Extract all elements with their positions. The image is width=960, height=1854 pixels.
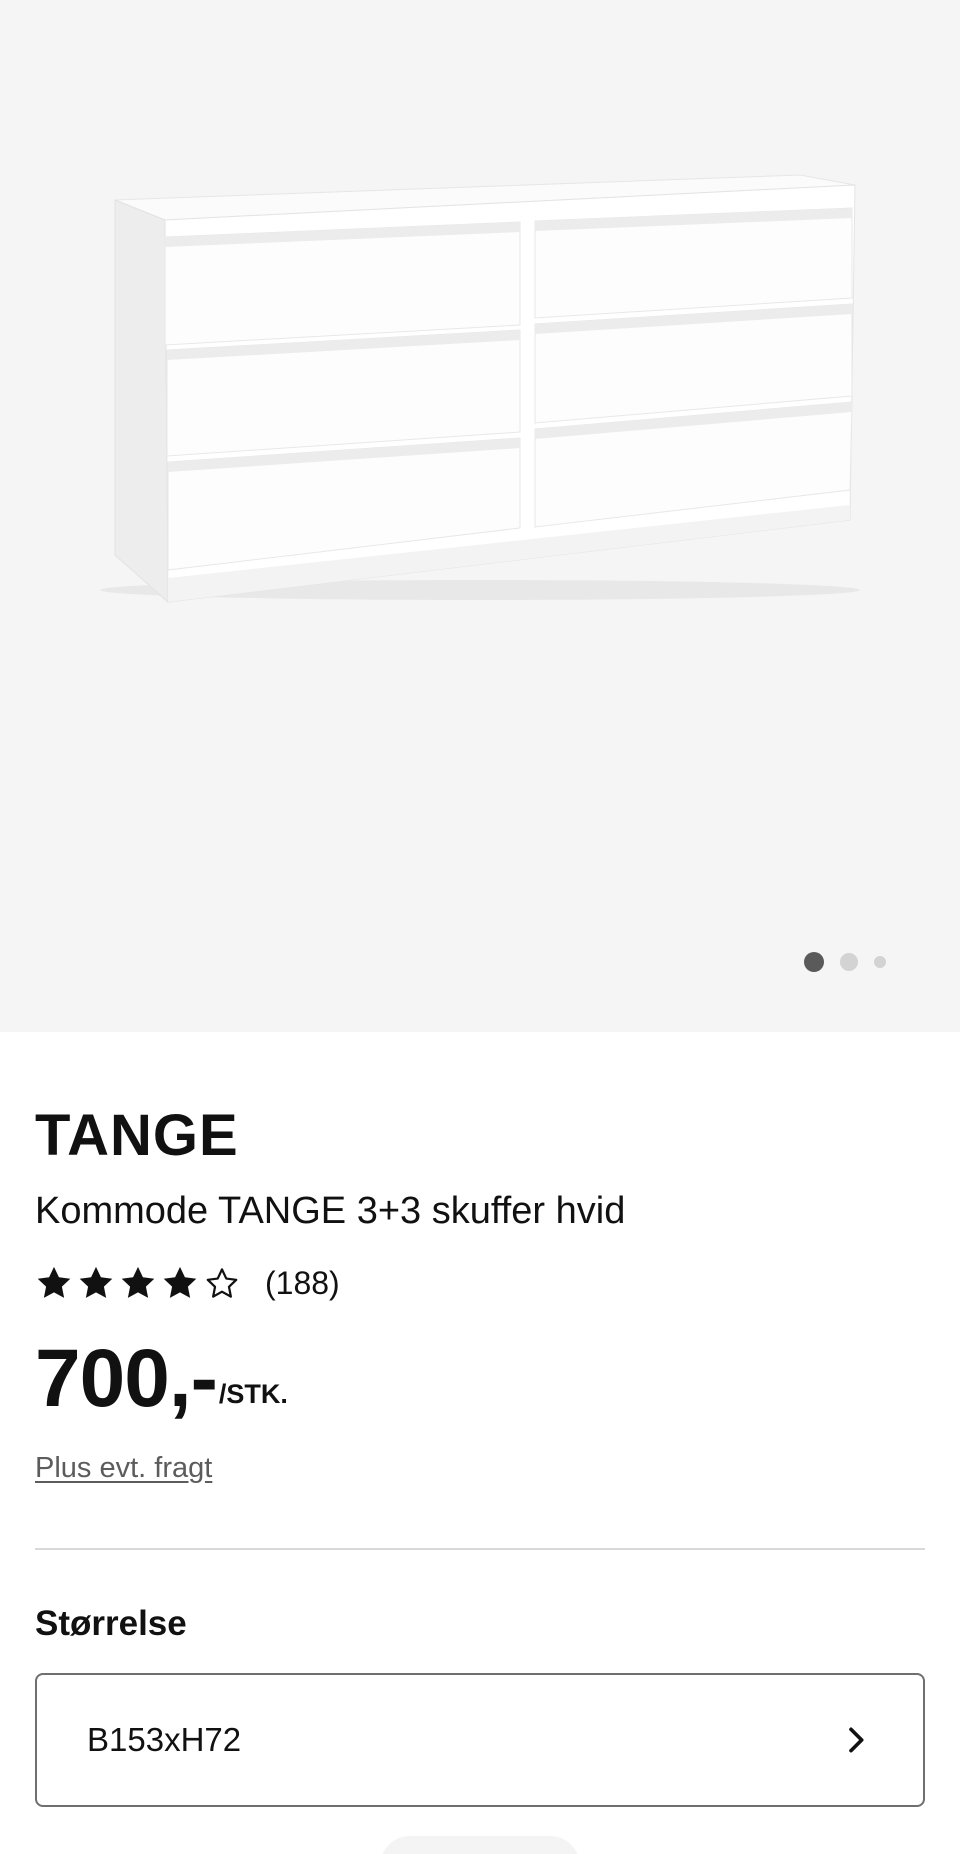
price-amount: 700,-	[35, 1333, 218, 1424]
product-image[interactable]	[0, 0, 960, 1032]
bottom-sheet-handle	[380, 1836, 580, 1854]
product-page: TANGE Kommode TANGE 3+3 skuffer hvid (18…	[0, 0, 960, 1854]
shipping-info-link[interactable]: Plus evt. fragt	[35, 1452, 212, 1485]
star-filled-icon	[37, 1266, 71, 1298]
chevron-right-icon	[849, 1727, 864, 1753]
size-selected-value: B153xH72	[87, 1721, 242, 1758]
star-outline-icon	[206, 1268, 238, 1298]
gallery-pagination	[804, 952, 886, 972]
pagination-dot-3[interactable]	[874, 956, 886, 968]
product-description: Kommode TANGE 3+3 skuffer hvid	[35, 1190, 626, 1232]
rating-stars	[35, 1264, 241, 1302]
star-filled-icon	[79, 1266, 113, 1298]
product-name: TANGE	[35, 1103, 239, 1168]
size-label: Størrelse	[35, 1604, 187, 1643]
product-price: 700,- /STK.	[35, 1338, 288, 1420]
size-selector-button[interactable]: B153xH72	[35, 1673, 925, 1807]
star-filled-icon	[121, 1266, 155, 1298]
price-unit: /STK.	[218, 1379, 288, 1409]
pagination-dot-2[interactable]	[840, 953, 858, 971]
pagination-dot-1[interactable]	[804, 952, 824, 972]
product-rating[interactable]: (188)	[35, 1264, 340, 1302]
star-filled-icon	[163, 1266, 197, 1298]
image-gallery[interactable]	[0, 0, 960, 1032]
section-divider	[35, 1548, 925, 1550]
review-count: (188)	[265, 1264, 340, 1301]
